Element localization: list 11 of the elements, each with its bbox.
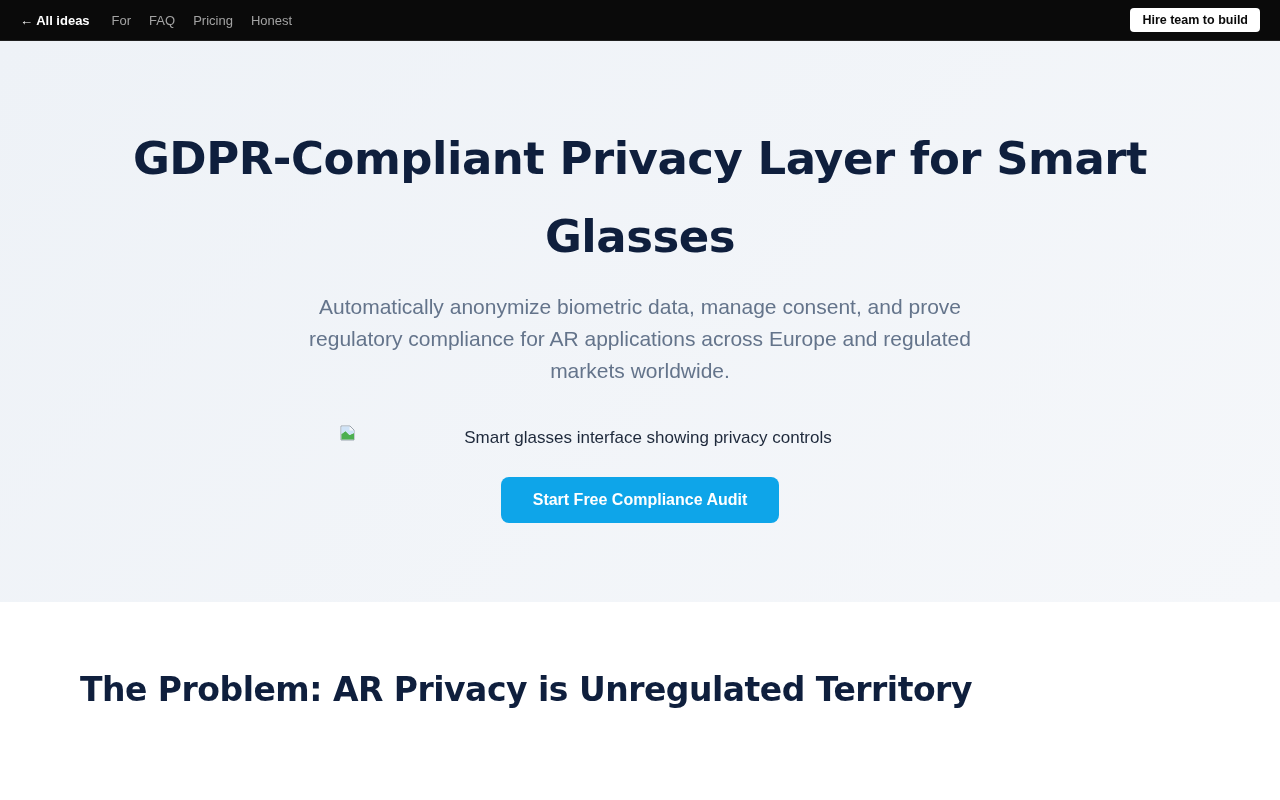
hero-subtitle: Automatically anonymize biometric data, manage consent, and prove regulatory compliance for AR applications across Europe and regulated markets worldwide. <box>308 294 972 384</box>
nav-link[interactable]: FAQ <box>149 12 176 28</box>
nav-link[interactable]: Pricing <box>193 12 233 28</box>
section-heading: The Problem: AR Privacy is Unregulated Territory <box>80 669 973 711</box>
back-link[interactable]: ← All ideas <box>20 12 90 28</box>
nav-link[interactable]: Honest <box>250 12 293 28</box>
hero-title: GDPR-Compliant Privacy Layer for Smart Glasses <box>131 131 1149 265</box>
image-alt-text: Smart glasses interface showing privacy controls <box>463 427 833 448</box>
nav-link[interactable]: For <box>111 12 132 28</box>
broken-image-icon <box>340 425 356 441</box>
hire-team-button[interactable]: Hire team to build <box>1130 8 1260 32</box>
